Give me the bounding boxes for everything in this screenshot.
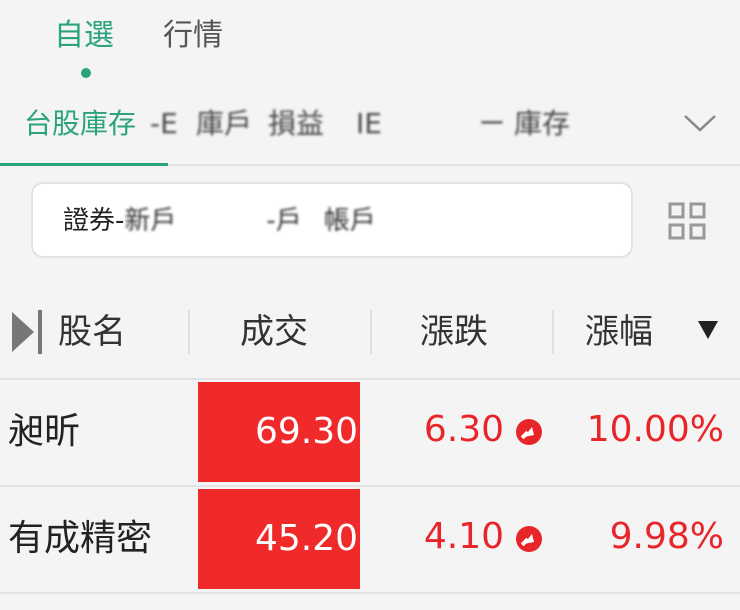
stock-change: 4.10 xyxy=(423,516,504,557)
stock-change: 6.30 xyxy=(423,409,504,450)
limit-up-arrow-icon xyxy=(516,419,542,445)
limit-up-arrow-icon xyxy=(516,526,542,552)
table-row[interactable]: 有成精密 45.20 4.10 9.98% xyxy=(0,485,740,591)
account-selector[interactable]: 證券-新戶 -戶 帳戶 xyxy=(31,182,633,258)
sub-tab-blurred-5[interactable]: ㄧ xyxy=(478,106,506,142)
sub-tab-blurred-4[interactable]: IE xyxy=(356,106,382,142)
stock-name: 有成精密 xyxy=(8,518,153,559)
expand-marker-icon[interactable] xyxy=(10,310,44,354)
account-blurred-a: 新戶 xyxy=(124,206,177,236)
account-blurred-c: 帳戶 xyxy=(323,206,376,236)
table-header: 股名 成交 漲跌 漲幅 xyxy=(0,300,740,364)
tab-watchlist[interactable]: 自選 xyxy=(54,18,114,54)
header-divider xyxy=(370,310,372,354)
header-percent[interactable]: 漲幅 xyxy=(585,310,653,354)
account-prefix: 證券- xyxy=(63,206,125,236)
header-price[interactable]: 成交 xyxy=(240,310,308,354)
sub-tab-bar: 台股庫存 ‑E 庫戶 損益 IE ㄧ 庫存 xyxy=(0,96,740,166)
price-cell-limit-up: 69.30 xyxy=(198,382,360,482)
stock-price: 45.20 xyxy=(254,518,358,559)
chevron-down-icon[interactable] xyxy=(682,108,718,138)
table-row[interactable]: 昶昕 69.30 6.30 10.00% xyxy=(0,378,740,484)
sub-tab-blurred-2[interactable]: 庫戶 xyxy=(196,106,252,142)
sub-tab-blurred-3[interactable]: 損益 xyxy=(268,106,324,142)
header-change[interactable]: 漲跌 xyxy=(420,310,488,354)
sub-tab-blurred-6[interactable]: 庫存 xyxy=(514,106,570,142)
stock-price: 69.30 xyxy=(254,411,358,452)
header-divider xyxy=(188,310,190,354)
top-tab-bar: 自選 行情 xyxy=(0,0,740,90)
grid-view-icon[interactable] xyxy=(668,202,706,240)
sub-tab-tw-holdings[interactable]: 台股庫存 xyxy=(24,106,136,142)
account-label: 證券-新戶 -戶 帳戶 xyxy=(63,203,376,239)
account-blurred-b: -戶 xyxy=(266,206,302,236)
stock-percent: 10.00% xyxy=(586,409,724,450)
stock-percent: 9.98% xyxy=(609,516,724,557)
header-divider xyxy=(552,310,554,354)
sort-desc-icon[interactable] xyxy=(698,321,718,339)
header-name[interactable]: 股名 xyxy=(58,310,126,354)
price-cell-limit-up: 45.20 xyxy=(198,489,360,589)
sub-tab-underline xyxy=(0,163,168,166)
stock-name: 昶昕 xyxy=(8,411,81,452)
sub-tab-blurred-1[interactable]: ‑E xyxy=(150,106,178,142)
active-tab-indicator xyxy=(81,68,91,78)
table-bottom-divider xyxy=(0,592,740,594)
tab-market[interactable]: 行情 xyxy=(163,18,223,54)
